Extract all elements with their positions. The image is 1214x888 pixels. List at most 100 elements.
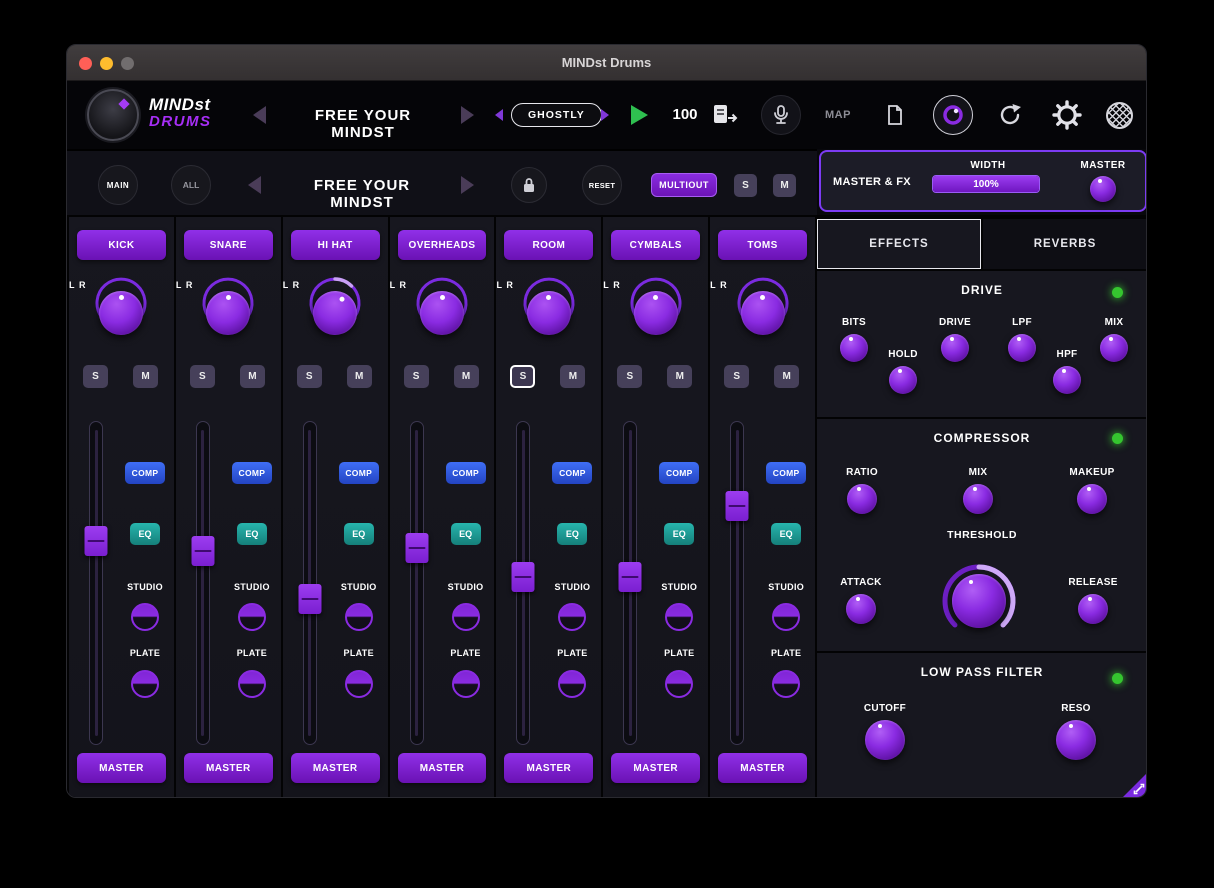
document-icon[interactable] [875, 95, 915, 135]
width-slider[interactable]: 100% [932, 175, 1040, 193]
mesh-panel-icon[interactable] [1099, 95, 1139, 135]
solo-button[interactable]: S [404, 365, 429, 388]
plate-send-knob[interactable] [238, 670, 266, 698]
cutoff-knob[interactable] [865, 720, 905, 760]
channel-name-button[interactable]: SNARE [184, 230, 273, 260]
studio-send-knob[interactable] [345, 603, 373, 631]
channel-name-button[interactable]: TOMS [718, 230, 807, 260]
comp-button[interactable]: COMP [659, 462, 699, 484]
volume-fader[interactable] [516, 421, 530, 745]
fader-handle[interactable] [405, 533, 428, 563]
volume-fader[interactable] [730, 421, 744, 745]
eq-button[interactable]: EQ [771, 523, 801, 545]
mute-button[interactable]: M [347, 365, 372, 388]
lpf-power-led[interactable] [1112, 673, 1123, 684]
master-volume-knob[interactable] [1090, 176, 1116, 202]
channel-master-button[interactable]: MASTER [504, 753, 593, 783]
spiral-icon[interactable] [933, 95, 973, 135]
threshold-knob[interactable] [952, 574, 1006, 628]
comp-button[interactable]: COMP [339, 462, 379, 484]
lpf-knob[interactable] [1008, 334, 1036, 362]
solo-button[interactable]: S [190, 365, 215, 388]
solo-button[interactable]: S [297, 365, 322, 388]
global-solo-button[interactable]: S [734, 174, 757, 197]
all-view-button[interactable]: ALL [171, 165, 211, 205]
channel-master-button[interactable]: MASTER [611, 753, 700, 783]
comp-button[interactable]: COMP [766, 462, 806, 484]
redo-icon[interactable] [990, 95, 1030, 135]
volume-fader[interactable] [196, 421, 210, 745]
eq-button[interactable]: EQ [237, 523, 267, 545]
fader-handle[interactable] [191, 536, 214, 566]
channel-master-button[interactable]: MASTER [718, 753, 807, 783]
solo-button[interactable]: S [83, 365, 108, 388]
studio-send-knob[interactable] [665, 603, 693, 631]
toolbar-preset-prev-arrow[interactable] [248, 176, 261, 194]
attack-knob[interactable] [846, 594, 876, 624]
preset-prev-arrow[interactable] [253, 106, 266, 124]
release-knob[interactable] [1078, 594, 1108, 624]
pan-knob[interactable] [741, 291, 785, 335]
comp-mix-knob[interactable] [963, 484, 993, 514]
studio-send-knob[interactable] [452, 603, 480, 631]
mute-button[interactable]: M [133, 365, 158, 388]
makeup-knob[interactable] [1077, 484, 1107, 514]
channel-master-button[interactable]: MASTER [184, 753, 273, 783]
gear-icon[interactable] [1047, 95, 1087, 135]
channel-name-button[interactable]: ROOM [504, 230, 593, 260]
bits-knob[interactable] [840, 334, 868, 362]
eq-button[interactable]: EQ [664, 523, 694, 545]
tab-reverbs[interactable]: REVERBS [983, 219, 1147, 269]
pan-knob[interactable] [99, 291, 143, 335]
global-mute-button[interactable]: M [773, 174, 796, 197]
solo-button[interactable]: S [510, 365, 535, 388]
channel-master-button[interactable]: MASTER [77, 753, 166, 783]
lock-button[interactable] [511, 167, 547, 203]
solo-button[interactable]: S [617, 365, 642, 388]
solo-button[interactable]: S [724, 365, 749, 388]
volume-fader[interactable] [410, 421, 424, 745]
ratio-knob[interactable] [847, 484, 877, 514]
resize-handle[interactable] [1123, 773, 1147, 797]
pan-knob[interactable] [206, 291, 250, 335]
fader-handle[interactable] [619, 562, 642, 592]
pan-knob[interactable] [527, 291, 571, 335]
kit-prev-arrow[interactable] [495, 109, 503, 121]
studio-send-knob[interactable] [772, 603, 800, 631]
volume-fader[interactable] [303, 421, 317, 745]
mix-knob[interactable] [1100, 334, 1128, 362]
channel-master-button[interactable]: MASTER [291, 753, 380, 783]
comp-button[interactable]: COMP [446, 462, 486, 484]
eq-button[interactable]: EQ [344, 523, 374, 545]
comp-button[interactable]: COMP [552, 462, 592, 484]
export-midi-icon[interactable] [705, 95, 745, 135]
hold-knob[interactable] [889, 366, 917, 394]
mic-icon[interactable] [761, 95, 801, 135]
pan-knob[interactable] [634, 291, 678, 335]
drive-knob[interactable] [941, 334, 969, 362]
fader-handle[interactable] [298, 584, 321, 614]
hpf-knob[interactable] [1053, 366, 1081, 394]
channel-name-button[interactable]: KICK [77, 230, 166, 260]
reset-button[interactable]: RESET [582, 165, 622, 205]
zoom-window-button[interactable] [121, 57, 134, 70]
reso-knob[interactable] [1056, 720, 1096, 760]
plate-send-knob[interactable] [665, 670, 693, 698]
plate-send-knob[interactable] [345, 670, 373, 698]
mute-button[interactable]: M [240, 365, 265, 388]
toolbar-preset-next-arrow[interactable] [461, 176, 474, 194]
close-window-button[interactable] [79, 57, 92, 70]
kit-next-arrow[interactable] [601, 109, 609, 121]
tempo-value[interactable]: 100 [665, 106, 705, 123]
main-view-button[interactable]: MAIN [98, 165, 138, 205]
minimize-window-button[interactable] [100, 57, 113, 70]
eq-button[interactable]: EQ [451, 523, 481, 545]
comp-button[interactable]: COMP [232, 462, 272, 484]
mute-button[interactable]: M [454, 365, 479, 388]
channel-name-button[interactable]: OVERHEADS [398, 230, 487, 260]
fader-handle[interactable] [85, 526, 108, 556]
mute-button[interactable]: M [774, 365, 799, 388]
mute-button[interactable]: M [560, 365, 585, 388]
drive-power-led[interactable] [1112, 287, 1123, 298]
pan-knob[interactable] [420, 291, 464, 335]
